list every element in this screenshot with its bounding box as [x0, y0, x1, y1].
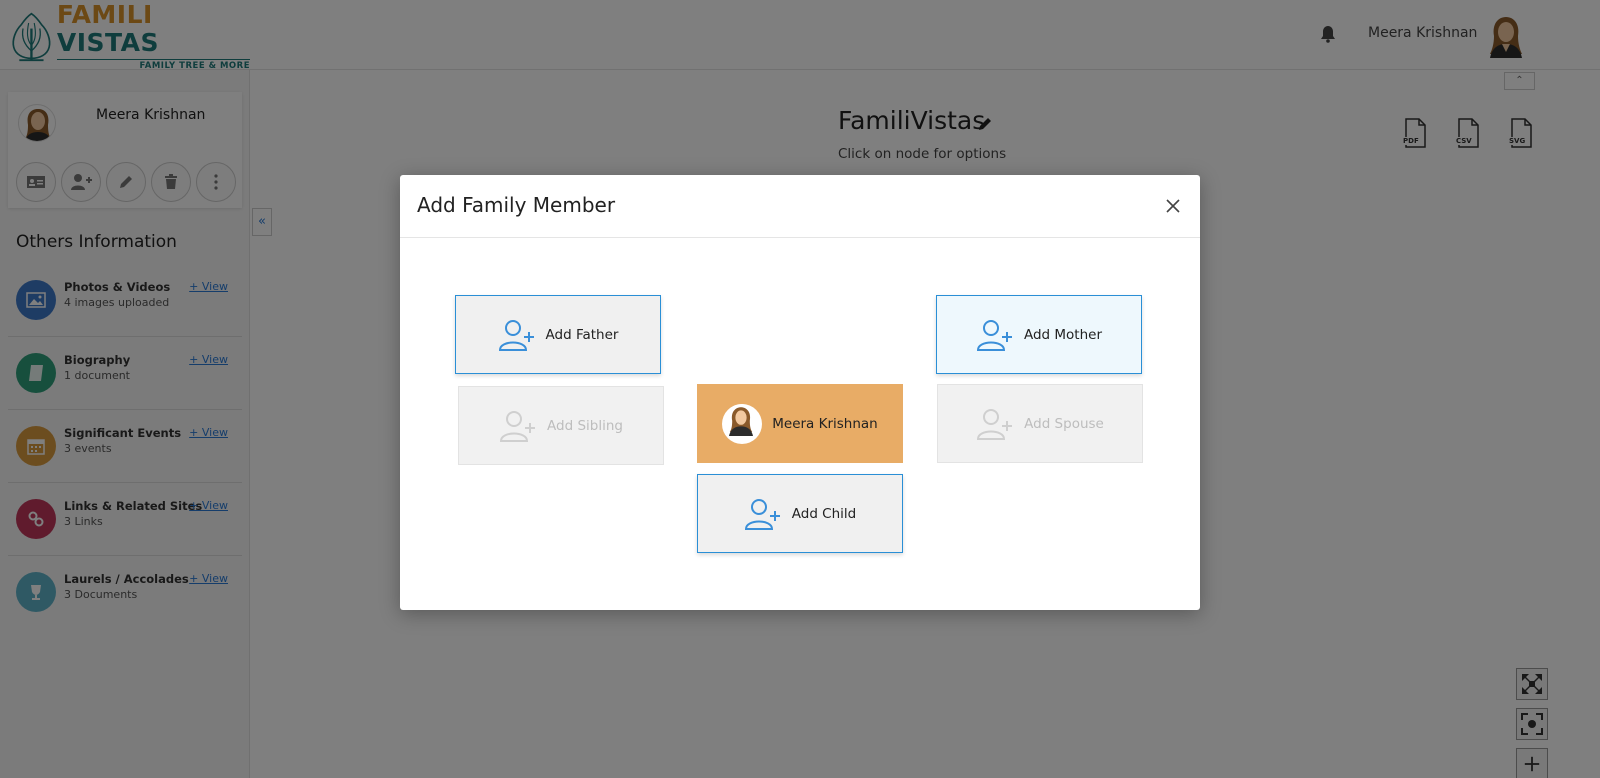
user-plus-icon: [744, 498, 780, 530]
close-button[interactable]: [1160, 193, 1186, 219]
modal-header: Add Family Member: [400, 175, 1200, 238]
add-child-label: Add Child: [791, 505, 857, 522]
self-node[interactable]: Meera Krishnan: [697, 384, 903, 463]
modal-title: Add Family Member: [417, 193, 616, 217]
add-spouse-label: Add Spouse: [1024, 415, 1104, 432]
user-plus-icon: [498, 319, 534, 351]
add-mother-button[interactable]: Add Mother: [936, 295, 1142, 374]
add-father-button[interactable]: Add Father: [455, 295, 661, 374]
user-plus-icon: [977, 408, 1013, 440]
add-spouse-button: Add Spouse: [937, 384, 1143, 463]
add-mother-label: Add Mother: [1023, 326, 1103, 343]
self-name: Meera Krishnan: [772, 415, 878, 432]
add-child-button[interactable]: Add Child: [697, 474, 903, 553]
user-plus-icon: [976, 319, 1012, 351]
add-family-member-modal: Add Family Member Add Father Add Mother …: [400, 175, 1200, 610]
add-sibling-label: Add Sibling: [547, 417, 623, 434]
close-icon: [1166, 199, 1180, 213]
user-plus-icon: [500, 410, 536, 442]
add-father-label: Add Father: [545, 326, 619, 343]
add-sibling-button: Add Sibling: [458, 386, 664, 465]
self-avatar: [722, 403, 763, 444]
